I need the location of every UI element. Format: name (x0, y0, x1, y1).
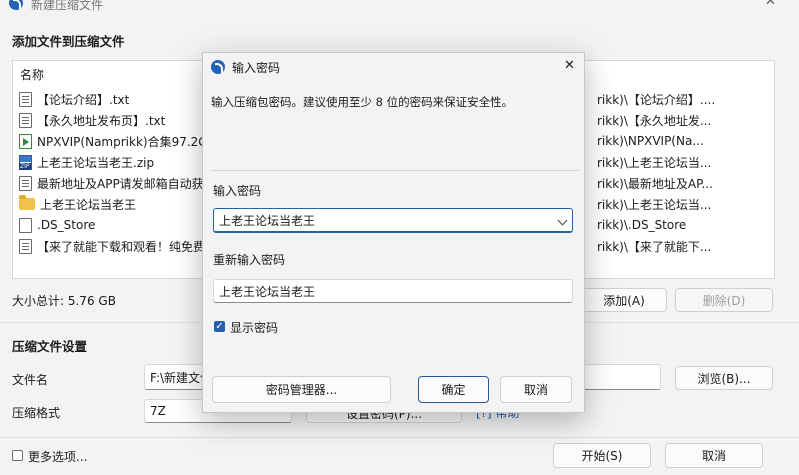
file-icon (19, 217, 32, 233)
more-options-checkbox[interactable] (12, 450, 23, 461)
filename-label: 文件名 (12, 373, 49, 387)
more-options-label[interactable]: 更多选项... (28, 448, 87, 465)
file-path: rikk)\【论坛介绍】.... (597, 92, 716, 107)
file-path: rikk)\.DS_Store (597, 218, 687, 232)
folder-icon (19, 195, 35, 210)
dialog-instruction: 输入压缩包密码。建议使用至少 8 位的密码来保证安全性。 (211, 95, 514, 109)
video-file-icon (19, 133, 32, 149)
dialog-cancel-button[interactable]: 取消 (500, 376, 572, 403)
file-path: rikk)\【永久地址发... (597, 113, 712, 128)
dialog-title: 输入密码 (232, 61, 281, 75)
list-item[interactable]: .DS_Store (19, 215, 95, 235)
list-header-name[interactable]: 名称 (20, 66, 44, 83)
add-button[interactable]: 添加(A) (581, 288, 667, 312)
text-file-icon (19, 91, 32, 107)
file-name: 最新地址及APP请发邮箱自动获 (37, 176, 204, 191)
list-item[interactable]: NPXVIP(Namprikk)合集97.2G (19, 131, 208, 151)
text-file-icon (19, 175, 32, 191)
dialog-close-icon[interactable]: ✕ (564, 58, 575, 73)
text-file-icon (19, 238, 32, 254)
dialog-divider (211, 170, 579, 171)
title-bar: 新建压缩文件 ✕ (0, 0, 799, 16)
file-name: 上老王论坛当老王 (40, 197, 137, 212)
file-name: 【论坛介绍】.txt (37, 92, 130, 107)
window-title: 新建压缩文件 (31, 0, 104, 12)
file-path: rikk)\【来了就能下... (597, 239, 712, 254)
start-button[interactable]: 开始(S) (553, 443, 651, 468)
file-name: 【永久地址发布页】.txt (37, 113, 166, 128)
chevron-down-icon[interactable] (557, 215, 568, 226)
list-item[interactable]: 上老王论坛当老王 (19, 194, 136, 214)
file-name: NPXVIP(Namprikk)合集97.2G (37, 134, 208, 149)
password-value: 上老王论坛当老王 (219, 213, 316, 228)
list-item[interactable]: 【来了就能下载和观看！纯免费 (19, 236, 205, 256)
text-file-icon (19, 112, 32, 128)
password-manager-button[interactable]: 密码管理器... (212, 376, 391, 403)
password-input[interactable]: 上老王论坛当老王 (213, 208, 573, 233)
list-item[interactable]: 最新地址及APP请发邮箱自动获 (19, 173, 204, 193)
dialog-logo-icon (211, 60, 225, 74)
file-path: rikk)\上老王论坛当... (597, 197, 712, 212)
bottom-divider (0, 437, 799, 438)
show-password-checkbox[interactable]: ✓ (214, 321, 225, 332)
repeat-password-value: 上老王论坛当老王 (219, 284, 316, 299)
zip-file-icon (19, 154, 32, 170)
list-item[interactable]: 【永久地址发布页】.txt (19, 110, 165, 130)
browse-button[interactable]: 浏览(B)... (675, 366, 773, 390)
show-password-label[interactable]: 显示密码 (230, 319, 278, 336)
repeat-password-input[interactable]: 上老王论坛当老王 (213, 279, 573, 303)
add-files-heading: 添加文件到压缩文件 (12, 34, 125, 49)
list-item[interactable]: 上老王论坛当老王.zip (19, 152, 154, 172)
password-dialog: 输入密码 ✕ 输入压缩包密码。建议使用至少 8 位的密码来保证安全性。 输入密码… (202, 52, 585, 413)
format-value: 7Z (150, 404, 166, 418)
settings-heading: 压缩文件设置 (12, 339, 88, 354)
main-cancel-button[interactable]: 取消 (665, 443, 763, 468)
ok-button[interactable]: 确定 (418, 376, 489, 403)
format-label: 压缩格式 (12, 406, 61, 420)
file-name: 【来了就能下载和观看！纯免费 (37, 239, 206, 254)
file-path: rikk)\上老王论坛当... (597, 155, 712, 170)
total-size-label: 大小总计: 5.76 GB (12, 294, 116, 308)
list-item[interactable]: 【论坛介绍】.txt (19, 89, 129, 109)
repeat-password-label: 重新输入密码 (213, 253, 286, 267)
password-label: 输入密码 (213, 184, 262, 198)
window-close-icon[interactable]: ✕ (765, 0, 776, 9)
file-name: .DS_Store (37, 218, 96, 232)
app-logo-icon (9, 0, 23, 10)
file-path: rikk)\NPXVIP(Na... (597, 134, 704, 148)
file-path: rikk)\最新地址及AP... (597, 176, 713, 191)
file-name: 上老王论坛当老王.zip (37, 155, 155, 170)
delete-button[interactable]: 删除(D) (675, 288, 773, 312)
